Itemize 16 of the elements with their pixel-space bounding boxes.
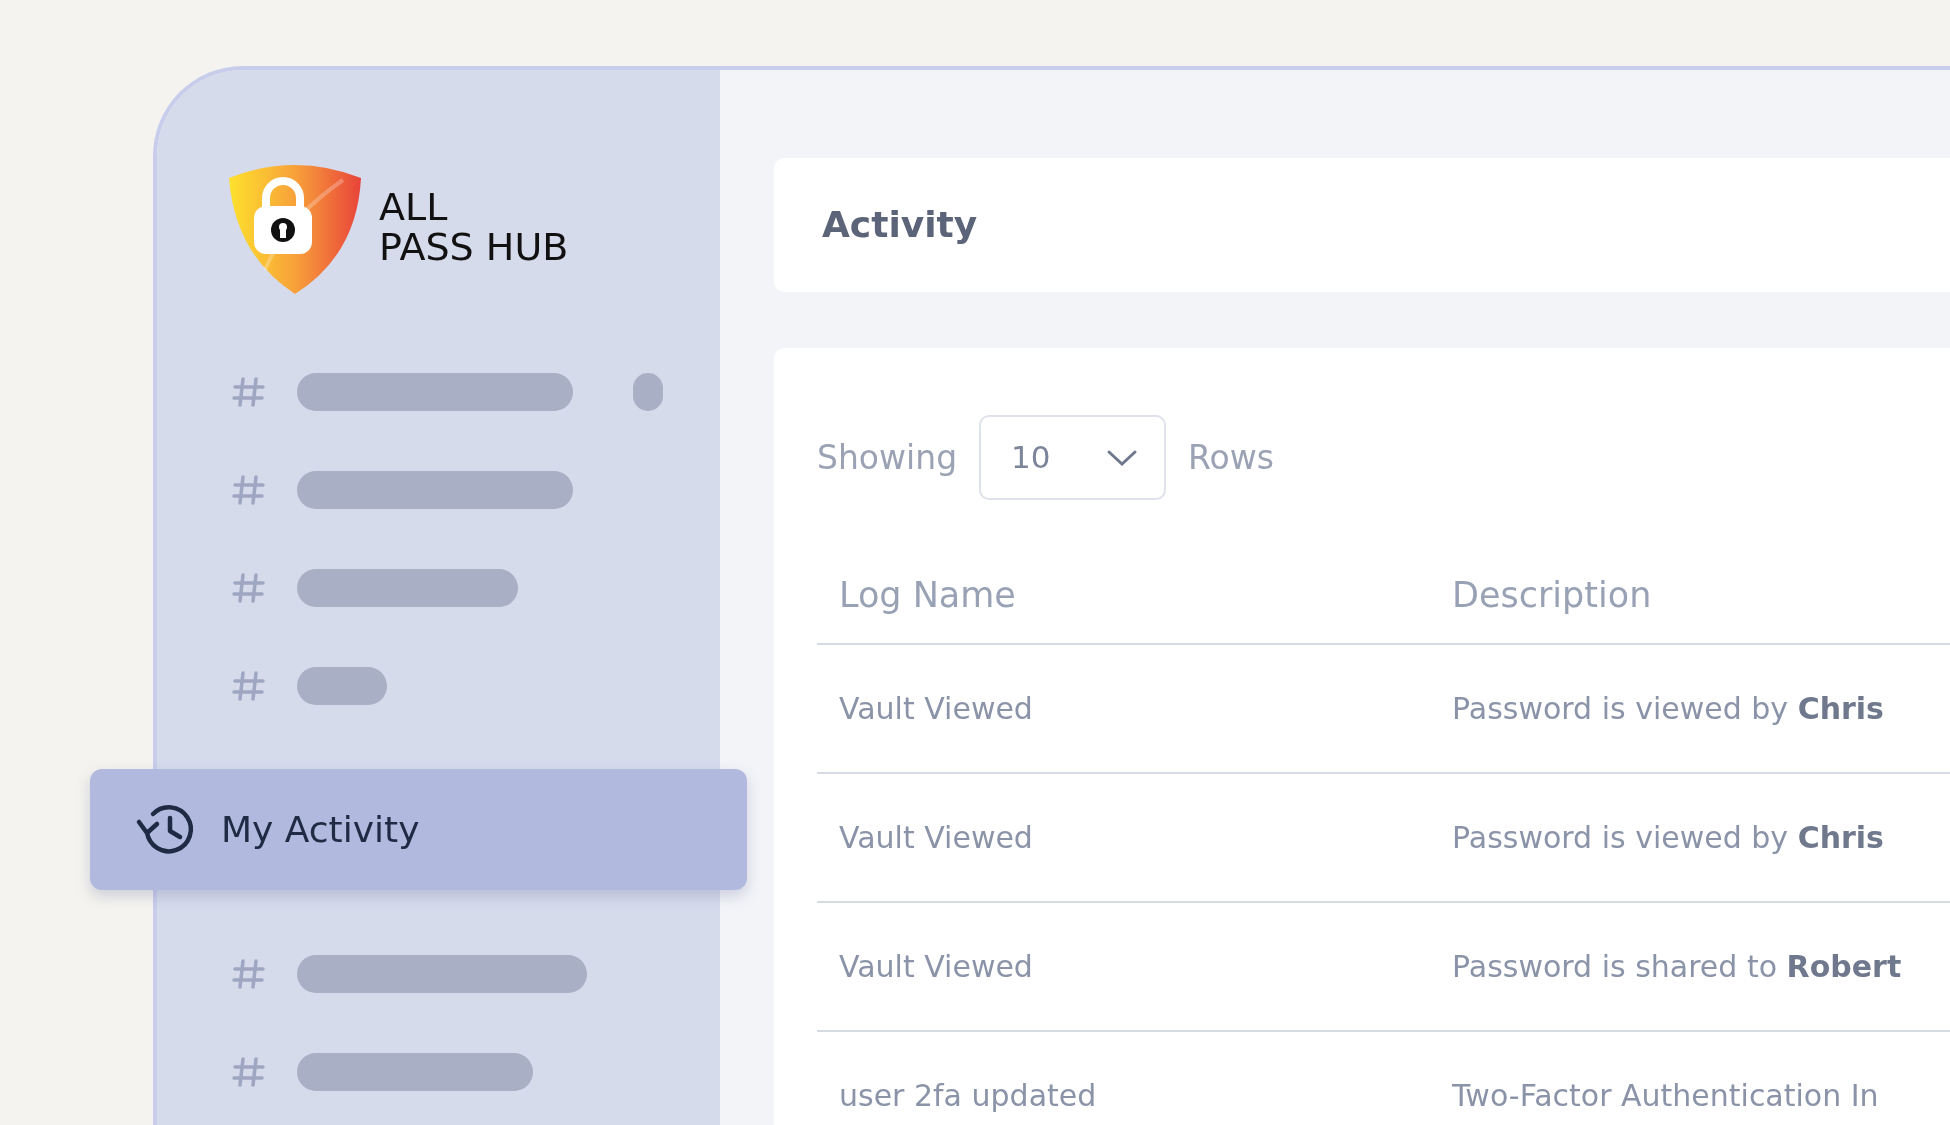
showing-label: Showing [817,436,958,479]
brand-name: ALL PASS HUB [379,187,569,268]
rows-label: Rows [1188,436,1274,479]
table-cell: Password is shared to Robert [1430,902,1950,1031]
table-cell: Vault Viewed [817,902,1430,1031]
table-cell: Password is viewed by Chris [1430,644,1950,773]
rows-dropdown[interactable]: 10 [979,415,1167,500]
column-header: Description [1430,548,1950,644]
table-cell: Vault Viewed [817,773,1430,902]
nav-item[interactable]: My Activity [90,769,747,890]
table-cell: user 2fa updated [817,1031,1430,1125]
table-cell: Password is viewed by Chris [1430,773,1950,902]
table-cell: Vault Viewed [817,644,1430,773]
table-cell: Two-Factor Authentication In [1430,1031,1950,1125]
column-header: Log Name [817,548,1430,644]
page-title: Activity [822,203,978,247]
